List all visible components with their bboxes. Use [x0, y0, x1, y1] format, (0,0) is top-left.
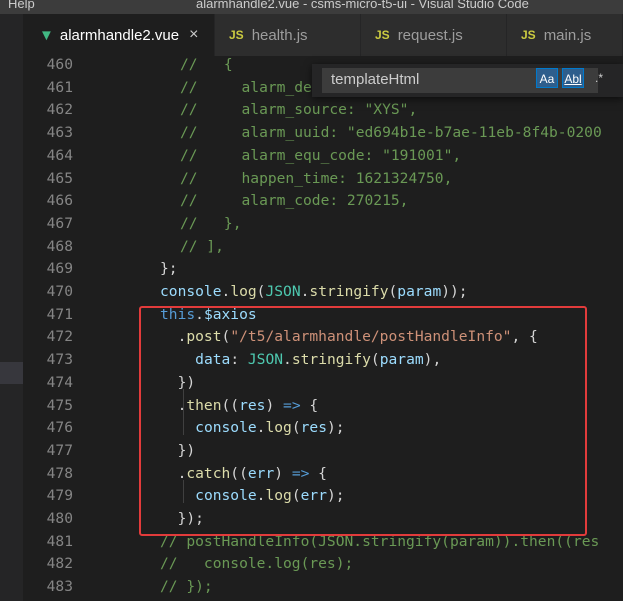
code-token: // alarm_equ_code: "191001", — [180, 146, 462, 164]
js-file-icon: JS — [521, 28, 536, 42]
highlight-annotation-box — [139, 306, 587, 536]
code-token: ( — [388, 283, 398, 300]
code-line[interactable]: 467 // }, — [23, 213, 623, 236]
code-text: // console.log(res); — [160, 553, 353, 576]
tab-request-js[interactable]: JS request.js — [361, 14, 507, 56]
line-number: 473 — [46, 351, 73, 369]
code-token: // alarm_de — [180, 78, 312, 96]
code-text: // }, — [180, 213, 242, 236]
line-number: 480 — [46, 510, 73, 527]
code-text: }; — [160, 258, 178, 281]
code-token: console — [160, 283, 222, 300]
code-token: // console.log(res); — [160, 555, 354, 573]
line-number: 460 — [46, 56, 73, 73]
line-number: 479 — [46, 487, 73, 505]
line-number: 481 — [46, 532, 73, 550]
code-text: // alarm_uuid: "ed694b1e-b7ae-11eb-8f4b-… — [180, 122, 602, 145]
code-text: // alarm_equ_code: "191001", — [180, 145, 461, 168]
line-number: 477 — [46, 441, 73, 459]
code-line[interactable]: 462 // alarm_source: "XYS", — [23, 99, 623, 122]
code-token: // alarm_uuid: "ed694b1e-b7ae-11eb-8f4b-… — [180, 124, 602, 142]
code-text: // happen_time: 1621324750, — [180, 168, 452, 191]
line-number: 469 — [46, 260, 73, 278]
line-number: 466 — [46, 192, 73, 210]
activity-bar-selected-item[interactable] — [0, 362, 23, 384]
title-bar: Help alarmhandle2.vue - csms-micro-t5-ui… — [0, 0, 623, 14]
tab-health-js[interactable]: JS health.js — [215, 14, 361, 56]
line-number: 467 — [46, 214, 73, 232]
line-number: 462 — [46, 101, 73, 119]
code-token: stringify — [309, 283, 389, 300]
line-number: 461 — [46, 78, 73, 96]
code-token: . — [221, 283, 231, 300]
line-number: 482 — [46, 555, 73, 573]
activity-bar — [0, 14, 23, 601]
line-number: 470 — [46, 283, 73, 300]
code-token: // happen_time: 1621324750, — [180, 169, 453, 187]
code-text: // alarm_source: "XYS", — [180, 99, 417, 122]
code-token: // alarm_code: 270215, — [180, 192, 409, 210]
code-line[interactable]: 482 // console.log(res); — [23, 553, 623, 576]
js-file-icon: JS — [375, 28, 390, 42]
line-number: 471 — [46, 305, 73, 323]
match-whole-word-toggle[interactable]: Abl — [562, 68, 584, 88]
code-text: // { — [180, 56, 233, 77]
tab-label: health.js — [251, 26, 308, 44]
code-line[interactable]: 468 // ], — [23, 236, 623, 259]
code-line[interactable]: 466 // alarm_code: 270215, — [23, 190, 623, 213]
code-line[interactable]: 464 // alarm_equ_code: "191001", — [23, 145, 623, 168]
code-text: console.log(JSON.stringify(param)); — [160, 281, 468, 304]
code-token: // ], — [180, 237, 224, 255]
code-token: // { — [180, 56, 233, 73]
code-token: log — [230, 283, 257, 300]
code-text: // ], — [180, 236, 224, 259]
line-number: 474 — [46, 373, 73, 391]
code-token: param — [397, 283, 442, 300]
match-case-toggle[interactable]: Aa — [536, 68, 558, 88]
menu-help[interactable]: Help — [8, 0, 35, 11]
code-token: JSON — [265, 283, 301, 300]
code-token: }; — [160, 260, 178, 278]
code-line[interactable]: 470 console.log(JSON.stringify(param)); — [23, 281, 623, 304]
code-text: // alarm_code: 270215, — [180, 190, 408, 213]
line-number: 463 — [46, 124, 73, 142]
code-line[interactable]: 469}; — [23, 258, 623, 281]
code-token: // alarm_source: "XYS", — [180, 101, 418, 119]
line-number: 475 — [46, 396, 73, 414]
tab-label: alarmhandle2.vue — [59, 26, 180, 44]
tab-main-js[interactable]: JS main.js — [507, 14, 623, 56]
code-text: // }); — [160, 576, 213, 599]
line-number: 476 — [46, 419, 73, 437]
js-file-icon: JS — [229, 28, 244, 42]
code-token: // }); — [160, 578, 213, 596]
code-line[interactable]: 463 // alarm_uuid: "ed694b1e-b7ae-11eb-8f… — [23, 122, 623, 145]
code-token: )); — [441, 283, 468, 300]
code-line[interactable]: 483 // }); — [23, 576, 623, 599]
editor-tab-bar: ▼ alarmhandle2.vue × JS health.js JS req… — [23, 14, 623, 57]
code-text: // alarm_de — [180, 77, 312, 100]
line-number: 483 — [46, 578, 73, 596]
tab-label: request.js — [397, 26, 463, 44]
vue-file-icon: ▼ — [39, 26, 54, 44]
use-regex-toggle[interactable]: .* — [588, 68, 610, 88]
line-number: 464 — [46, 146, 73, 164]
find-widget: templateHtml Aa Abl .* — [312, 64, 623, 97]
line-number: 465 — [46, 169, 73, 187]
line-number: 472 — [46, 328, 73, 346]
line-number: 478 — [46, 464, 73, 482]
window-title: alarmhandle2.vue - csms-micro-t5-ui - Vi… — [196, 0, 529, 11]
code-line[interactable]: 465 // happen_time: 1621324750, — [23, 168, 623, 191]
code-token: // }, — [180, 214, 242, 232]
close-icon[interactable]: × — [189, 26, 198, 44]
tab-label: main.js — [543, 26, 592, 44]
find-query: templateHtml — [331, 71, 420, 88]
line-number: 468 — [46, 237, 73, 255]
tab-alarmhandle2-vue[interactable]: ▼ alarmhandle2.vue × — [23, 14, 215, 56]
